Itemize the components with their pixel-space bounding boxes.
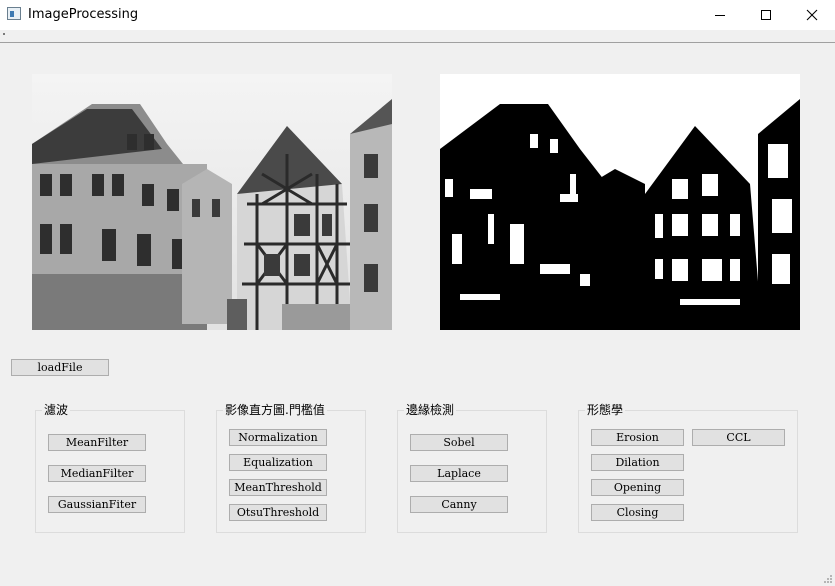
gaussian-filter-button[interactable]: GaussianFiter	[48, 496, 146, 513]
histogram-threshold-group-label: 影像直方圖.門檻值	[223, 403, 327, 417]
load-file-button[interactable]: loadFile	[11, 359, 109, 376]
normalization-button[interactable]: Normalization	[229, 429, 327, 446]
ccl-button[interactable]: CCL	[692, 429, 785, 446]
mean-filter-button[interactable]: MeanFilter	[48, 434, 146, 451]
edge-detection-group-label: 邊緣檢測	[404, 403, 457, 417]
erosion-button[interactable]: Erosion	[591, 429, 684, 446]
close-control[interactable]	[789, 0, 835, 30]
median-filter-button[interactable]: MedianFilter	[48, 465, 146, 482]
filter-group-label: 濾波	[42, 403, 71, 417]
mean-threshold-button[interactable]: MeanThreshold	[229, 479, 327, 496]
dilation-button[interactable]: Dilation	[591, 454, 684, 471]
laplace-button[interactable]: Laplace	[410, 465, 508, 482]
processed-image	[440, 74, 800, 330]
minimize-icon	[715, 15, 725, 16]
closing-button[interactable]: Closing	[591, 504, 684, 521]
canny-button[interactable]: Canny	[410, 496, 508, 513]
minimize-control[interactable]	[697, 0, 743, 30]
original-image	[32, 74, 392, 330]
close-icon	[806, 9, 818, 21]
maximize-icon	[761, 10, 771, 20]
maximize-control[interactable]	[743, 0, 789, 30]
opening-button[interactable]: Opening	[591, 479, 684, 496]
sobel-button[interactable]: Sobel	[410, 434, 508, 451]
equalization-button[interactable]: Equalization	[229, 454, 327, 471]
menu-strip	[0, 30, 835, 43]
resize-grip-icon[interactable]	[823, 574, 833, 584]
app-window-icon	[7, 7, 21, 20]
morphology-group-label: 形態學	[585, 403, 626, 417]
otsu-threshold-button[interactable]: OtsuThreshold	[229, 504, 327, 521]
window-title: ImageProcessing	[28, 7, 139, 22]
